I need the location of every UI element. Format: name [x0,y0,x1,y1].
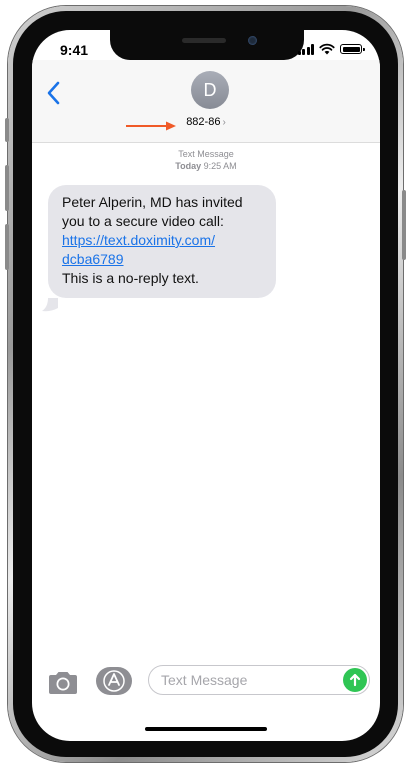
signal-icon [297,43,314,55]
video-call-link[interactable]: https://text.doximity.com/ [62,231,264,250]
app-store-button[interactable] [96,667,132,695]
chevron-right-icon: › [222,117,226,128]
conversation-header: D 882-86 › [32,60,380,143]
message-clock: 9:25 AM [203,161,237,171]
volume-down-button [5,224,9,270]
home-indicator[interactable] [145,727,267,731]
message-line: Peter Alperin, MD has invited [62,194,243,210]
power-button [402,190,406,260]
video-call-link-continued[interactable]: dcba6789 [62,250,264,269]
mute-switch [5,118,9,142]
app-store-icon [103,670,125,692]
chevron-left-icon[interactable] [42,78,66,108]
wifi-icon [319,43,335,55]
message-line: This is a no-reply text. [62,270,199,286]
front-camera [248,36,257,45]
camera-icon[interactable] [46,670,80,696]
avatar[interactable]: D [191,71,229,109]
annotation-arrow-icon [126,121,176,131]
message-day: Today [175,161,202,171]
status-icons [297,43,365,55]
message-timestamp: Text Message Today 9:25 AM [32,148,380,172]
incoming-message-bubble: Peter Alperin, MD has invited you to a s… [48,185,276,298]
send-button[interactable] [343,668,367,692]
speaker-grille [182,38,226,43]
notch [110,30,304,60]
message-line: you to a secure video call: [62,213,224,229]
bubble-tail [42,298,58,312]
message-time: Today 9:25 AM [32,160,380,172]
contact-number: 882-86 [186,116,221,128]
status-time: 9:41 [60,42,89,58]
message-type-label: Text Message [178,149,234,159]
message-input[interactable] [148,665,370,695]
phone-screen: 9:41 D 882-86 › Text Message Today 9:25 A… [32,30,380,741]
volume-up-button [5,165,9,211]
contact-name[interactable]: 882-86 › [32,116,380,128]
send-arrow-icon [349,673,361,687]
compose-bar [32,662,380,702]
battery-icon [340,44,365,54]
